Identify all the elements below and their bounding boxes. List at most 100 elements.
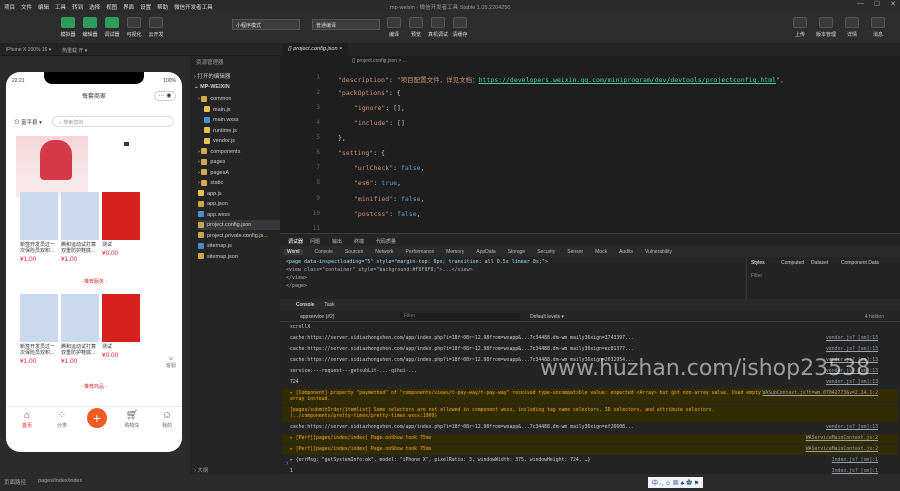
devtools-header-tab[interactable]: 代码质量: [376, 238, 396, 245]
compile-select[interactable]: 普通编译: [312, 19, 380, 30]
file-tree-item[interactable]: › pages: [198, 157, 280, 167]
capsule-button[interactable]: ··· ◉: [154, 91, 176, 101]
file-tree-item[interactable]: app.wxss: [198, 210, 280, 220]
console-tab[interactable]: Task: [324, 302, 334, 308]
toolbar-button[interactable]: 上传: [788, 17, 812, 38]
hotreload-toggle[interactable]: 热重载 开 ▾: [62, 47, 87, 54]
banner[interactable]: [6, 136, 182, 198]
console-source-link[interactable]: Index.js? [sm]:1: [832, 458, 878, 464]
devtools-panel-tab[interactable]: Sensor: [567, 249, 583, 255]
console-source-link[interactable]: WAServiceMainContext.js:2: [806, 436, 878, 442]
maximize-icon[interactable]: ☐: [874, 0, 880, 8]
file-tree-item[interactable]: app.js: [198, 189, 280, 199]
menu-item[interactable]: 项目: [4, 3, 15, 11]
menu-item[interactable]: 界面: [123, 3, 134, 11]
menu-item[interactable]: 设置: [140, 3, 151, 11]
file-tree-item[interactable]: vendor.js: [204, 136, 280, 146]
menu-item[interactable]: 视图: [106, 3, 117, 11]
file-tree-item[interactable]: sitemap.js: [198, 241, 280, 251]
devtools-header-tab[interactable]: 问题: [310, 238, 320, 245]
devtools-panel-tab[interactable]: AppData: [476, 249, 495, 255]
root-folder[interactable]: ⌄ MP-WEIXIN: [194, 82, 230, 92]
toolbar-button[interactable]: 预览: [406, 17, 426, 38]
phone-tab[interactable]: ⁘ 分类: [47, 410, 77, 429]
phone-tab[interactable]: 🛒︎ 购物车: [117, 410, 147, 429]
styles-tab[interactable]: Dataset: [811, 260, 828, 266]
toolbar-button[interactable]: 编译: [384, 17, 404, 38]
levels-select[interactable]: Default levels ▾: [530, 314, 564, 320]
toolbar-button[interactable]: 详情: [840, 17, 864, 38]
file-tree-item[interactable]: sitemap.json: [198, 252, 280, 262]
mode-select[interactable]: 小程序模式: [232, 19, 300, 30]
product-card[interactable]: 腾和运动试打算 双重防护鞋底... ¥1.00: [61, 192, 99, 263]
toolbar-button[interactable]: 消息: [866, 17, 890, 38]
file-tree-item[interactable]: app.json: [198, 199, 280, 209]
devtools-panel-tab[interactable]: Mock: [595, 249, 607, 255]
devtools-header-tab[interactable]: 调试器: [288, 238, 303, 245]
console-tab[interactable]: Console: [296, 302, 314, 308]
devtools-panel-tab[interactable]: Console: [315, 249, 333, 255]
toolbar-button[interactable]: 可视化: [124, 17, 144, 38]
product-card[interactable]: 新签开发员过一次保险员双积... ¥1.00: [20, 192, 58, 263]
styles-filter-input[interactable]: Filter: [751, 273, 762, 279]
menu-item[interactable]: 选择: [89, 3, 100, 11]
console-source-link[interactable]: vendor.js? [sm]:13: [826, 425, 878, 431]
toolbar-button[interactable]: 版本管理: [814, 17, 838, 38]
devtools-panel-tab[interactable]: Audits: [619, 249, 633, 255]
minimize-icon[interactable]: —: [857, 0, 864, 8]
code-editor[interactable]: [280, 56, 900, 261]
open-editors-section[interactable]: › 打开的编辑器: [194, 72, 230, 82]
toolbar-button[interactable]: 云开发: [146, 17, 166, 38]
console-source-link[interactable]: vendor.js? [sm]:13: [826, 347, 878, 353]
devtools-panel-tab[interactable]: Vulnerability: [645, 249, 672, 255]
console-source-link[interactable]: WASubContext.js?t=wm.07042773&v=2.24.1:2: [762, 391, 878, 397]
menu-item[interactable]: 转到: [72, 3, 83, 11]
devtools-panel-tab[interactable]: Security: [537, 249, 555, 255]
styles-tab[interactable]: Styles: [751, 260, 765, 266]
file-tree-item[interactable]: project.private.config.js...: [198, 231, 280, 241]
file-tree-item[interactable]: runtime.js: [204, 126, 280, 136]
menu-item[interactable]: 编辑: [38, 3, 49, 11]
devtools-header-tab[interactable]: 输出: [332, 238, 342, 245]
devtools-panel-tab[interactable]: Sources: [345, 249, 363, 255]
service-float-icon[interactable]: ☏ 客服: [164, 356, 178, 374]
console-source-link[interactable]: WAServiceMainContext.js:2: [806, 447, 878, 453]
devtools-header-tab[interactable]: 终端: [354, 238, 364, 245]
console-prompt-icon[interactable]: ›: [286, 460, 288, 467]
product-card[interactable]: 测试 ¥0.00: [102, 294, 140, 359]
ime-toolbar[interactable]: 中 ·, ☺ ▦ ♣ ✿ ⚑: [648, 477, 704, 488]
menu-item[interactable]: 工具: [55, 3, 66, 11]
close-icon[interactable]: ✕: [890, 0, 896, 8]
phone-tab[interactable]: ☺ 我的: [152, 410, 182, 429]
devtools-panel-tab[interactable]: Storage: [508, 249, 526, 255]
devtools-panel-tab[interactable]: Performance: [406, 249, 435, 255]
toolbar-button[interactable]: 真机调试: [428, 17, 448, 38]
styles-tab[interactable]: Computed: [781, 260, 804, 266]
phone-search-input[interactable]: ⌕ 搜索您的: [52, 116, 174, 127]
toolbar-button[interactable]: 模拟器: [58, 17, 78, 38]
console-source-link[interactable]: vendor.js? [sm]:13: [826, 336, 878, 342]
devtools-panel-tab[interactable]: Wxml: [284, 248, 303, 255]
phone-tab[interactable]: ⌂ 首页: [12, 410, 42, 429]
devtools-panel-tab[interactable]: Network: [375, 249, 393, 255]
product-card[interactable]: 测试 ¥0.00: [102, 192, 140, 257]
phone-tab[interactable]: +: [82, 408, 112, 428]
file-tree-item[interactable]: project.config.json: [198, 220, 280, 230]
file-tree-item[interactable]: main.wxss: [204, 115, 280, 125]
tab-project-config[interactable]: {} project.config.json ×: [282, 44, 349, 56]
menu-item[interactable]: 帮助: [157, 3, 168, 11]
context-select[interactable]: appservice (#2): [300, 314, 334, 320]
device-select[interactable]: iPhone X 100% 16 ▾: [6, 47, 51, 53]
page-path[interactable]: pages/index/index: [38, 478, 82, 484]
location-select[interactable]: ⊙ 富平县 ▾: [14, 118, 42, 126]
file-tree-item[interactable]: › static: [198, 178, 280, 188]
menu-item[interactable]: 文件: [21, 3, 32, 11]
file-tree-item[interactable]: › components: [198, 147, 280, 157]
menu-item[interactable]: 微信开发者工具: [174, 3, 213, 11]
toolbar-button[interactable]: 编辑器: [80, 17, 100, 38]
styles-tab[interactable]: Component Data: [841, 260, 879, 266]
file-tree-item[interactable]: › pagesA: [198, 168, 280, 178]
product-card[interactable]: 新签开发员过一次保险员双积... ¥1.00: [20, 294, 58, 365]
toolbar-button[interactable]: 调试器: [102, 17, 122, 38]
toolbar-button[interactable]: 清缓存: [450, 17, 470, 38]
